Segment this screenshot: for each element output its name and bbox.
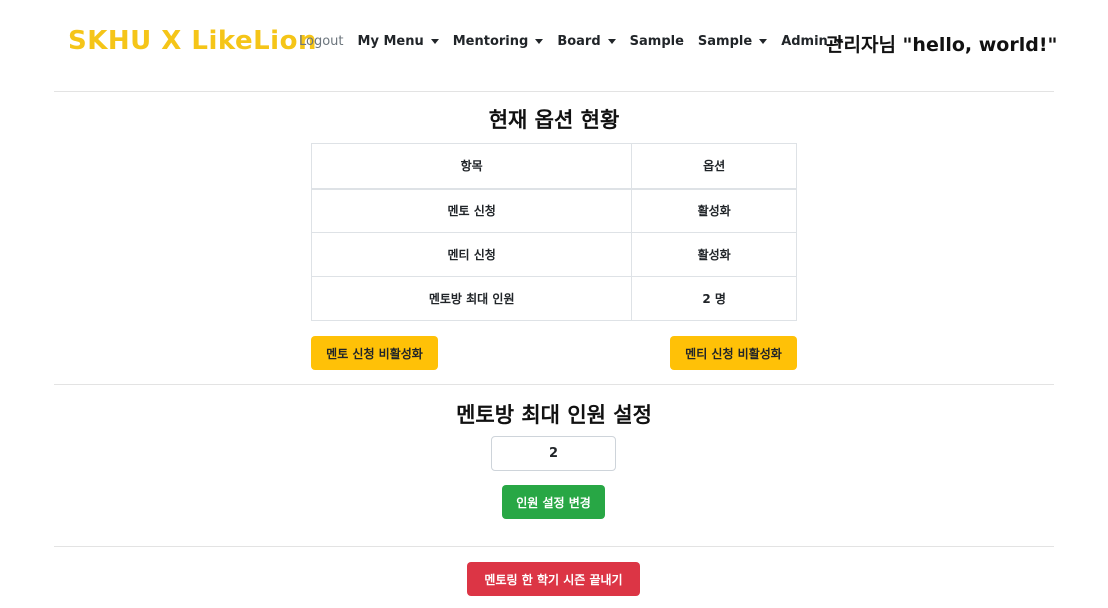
nav-admin-label: Admin: [781, 34, 828, 49]
disable-mentee-application-button[interactable]: 멘티 신청 비활성화: [670, 336, 797, 370]
nav-board[interactable]: Board: [557, 34, 616, 49]
capacity-setting-title: 멘토방 최대 인원 설정: [456, 403, 652, 427]
column-header-item: 항목: [310, 143, 633, 190]
divider: [54, 384, 1054, 385]
table-cell: 멘토방 최대 인원: [310, 276, 633, 321]
caret-down-icon: [759, 39, 768, 44]
caret-down-icon: [535, 39, 544, 44]
update-capacity-button[interactable]: 인원 설정 변경: [502, 485, 605, 519]
divider: [54, 546, 1054, 547]
nav-sample-dropdown-label: Sample: [697, 34, 753, 49]
nav-my-menu[interactable]: My Menu: [358, 34, 439, 49]
nav-mentoring[interactable]: Mentoring: [453, 34, 544, 49]
table-cell: 멘토 신청: [310, 188, 633, 233]
navbar: SKHU X LikeLion Logout My Menu Mentoring…: [0, 0, 1108, 88]
table-cell: 활성화: [631, 232, 797, 277]
max-capacity-input[interactable]: [491, 436, 616, 471]
nav-menu: Logout My Menu Mentoring Board Sample Sa…: [299, 34, 857, 49]
caret-down-icon: [607, 39, 616, 44]
nav-sample-dropdown[interactable]: Sample: [697, 34, 768, 49]
disable-mentor-application-button[interactable]: 멘토 신청 비활성화: [311, 336, 438, 370]
nav-logout-label: Logout: [299, 34, 344, 49]
table-row: 멘토방 최대 인원 2 명: [310, 276, 797, 321]
nav-my-menu-label: My Menu: [357, 34, 424, 49]
nav-logout[interactable]: Logout: [299, 34, 344, 49]
nav-board-label: Board: [557, 34, 601, 49]
table-cell: 활성화: [631, 188, 797, 233]
caret-down-icon: [430, 39, 439, 44]
nav-sample-link[interactable]: Sample: [630, 34, 684, 49]
table-header-row: 항목 옵션: [310, 143, 797, 190]
brand-logo[interactable]: SKHU X LikeLion: [68, 26, 317, 56]
user-greeting: 관리자님 "hello, world!": [826, 34, 1058, 56]
nav-sample-link-label: Sample: [629, 34, 684, 49]
table-row: 멘토 신청 활성화: [310, 188, 797, 233]
end-season-button[interactable]: 멘토링 한 학기 시즌 끝내기: [467, 562, 640, 596]
nav-mentoring-label: Mentoring: [452, 34, 529, 49]
table-cell: 멘티 신청: [310, 232, 633, 277]
divider: [54, 91, 1054, 92]
options-status-title: 현재 옵션 현황: [488, 108, 620, 132]
table-cell: 2 명: [631, 276, 797, 321]
table-row: 멘티 신청 활성화: [310, 232, 797, 277]
options-table: 항목 옵션 멘토 신청 활성화 멘티 신청 활성화 멘토방 최대 인원 2 명: [310, 143, 797, 321]
column-header-option: 옵션: [631, 143, 797, 190]
